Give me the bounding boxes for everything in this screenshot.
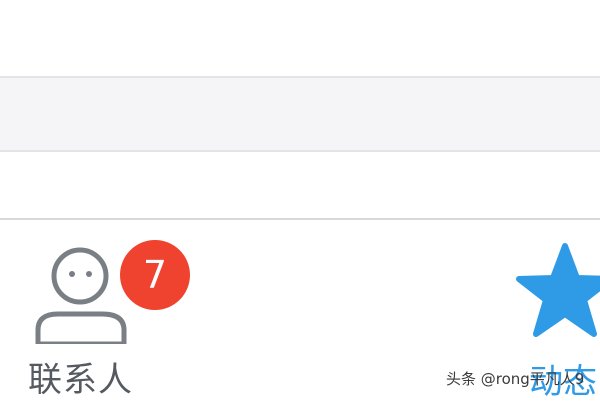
search-strip[interactable] (0, 76, 600, 152)
top-area (0, 0, 600, 76)
star-icon (516, 243, 600, 337)
content-area (0, 152, 600, 218)
watermark: 头条 @rong平凡人9 (446, 370, 585, 388)
unread-badge: 7 (120, 240, 190, 310)
tab-contacts[interactable]: 7 联系人 (20, 236, 190, 400)
person-outline-icon (35, 247, 127, 344)
tab-contacts-label: 联系人 (28, 360, 133, 400)
